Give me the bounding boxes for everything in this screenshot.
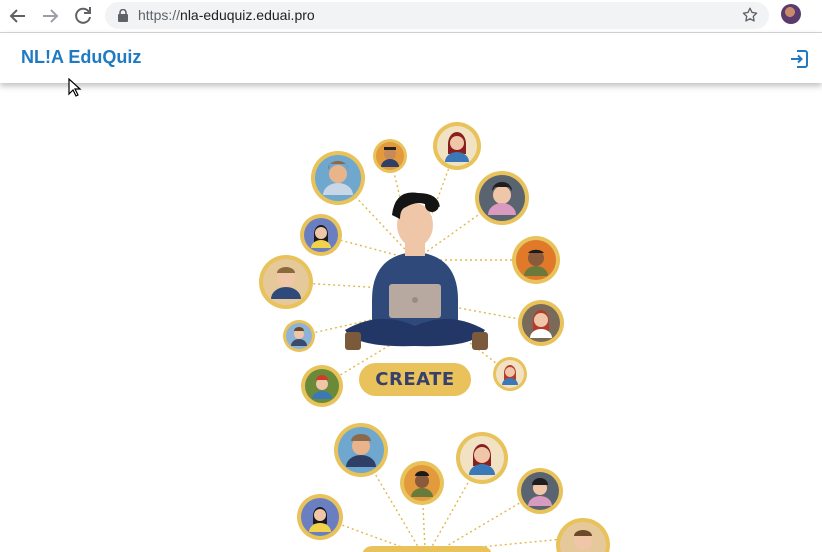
avatar — [556, 518, 610, 552]
star-icon[interactable] — [741, 6, 759, 24]
url-text: https://nla-eduquiz.eduai.pro — [138, 7, 315, 23]
app-header: NL!A EduQuiz — [0, 33, 822, 83]
url-protocol: https:// — [138, 7, 181, 23]
avatar — [297, 494, 343, 540]
second-banner — [362, 546, 492, 552]
logout-icon[interactable] — [789, 49, 809, 69]
avatar — [456, 432, 508, 484]
address-bar[interactable]: https://nla-eduquiz.eduai.pro — [105, 2, 769, 29]
avatar — [373, 139, 407, 173]
mouse-cursor-icon — [68, 78, 82, 97]
avatar — [301, 365, 343, 407]
central-person-illustration — [345, 192, 488, 350]
forward-arrow-icon[interactable] — [38, 4, 62, 28]
avatar — [518, 300, 564, 346]
avatar — [259, 255, 313, 309]
avatar — [334, 423, 388, 477]
lock-icon — [118, 9, 128, 22]
collaboration-illustration — [259, 122, 610, 552]
avatar — [512, 236, 560, 284]
avatar-group-bottom — [297, 423, 610, 552]
app-title[interactable]: NL!A EduQuiz — [21, 47, 141, 68]
avatar — [493, 357, 527, 391]
url-host: nla-eduquiz.eduai.pro — [180, 7, 315, 23]
avatar — [311, 151, 365, 205]
browser-toolbar: https://nla-eduquiz.eduai.pro — [0, 0, 822, 33]
avatar — [400, 461, 444, 505]
avatar — [517, 468, 563, 514]
avatar — [475, 171, 529, 225]
create-button[interactable]: CREATE — [359, 363, 471, 396]
avatar — [283, 320, 315, 352]
avatar — [433, 122, 481, 170]
avatar — [300, 214, 342, 256]
profile-avatar[interactable] — [781, 4, 801, 24]
reload-icon[interactable] — [71, 4, 95, 28]
back-arrow-icon[interactable] — [6, 4, 30, 28]
